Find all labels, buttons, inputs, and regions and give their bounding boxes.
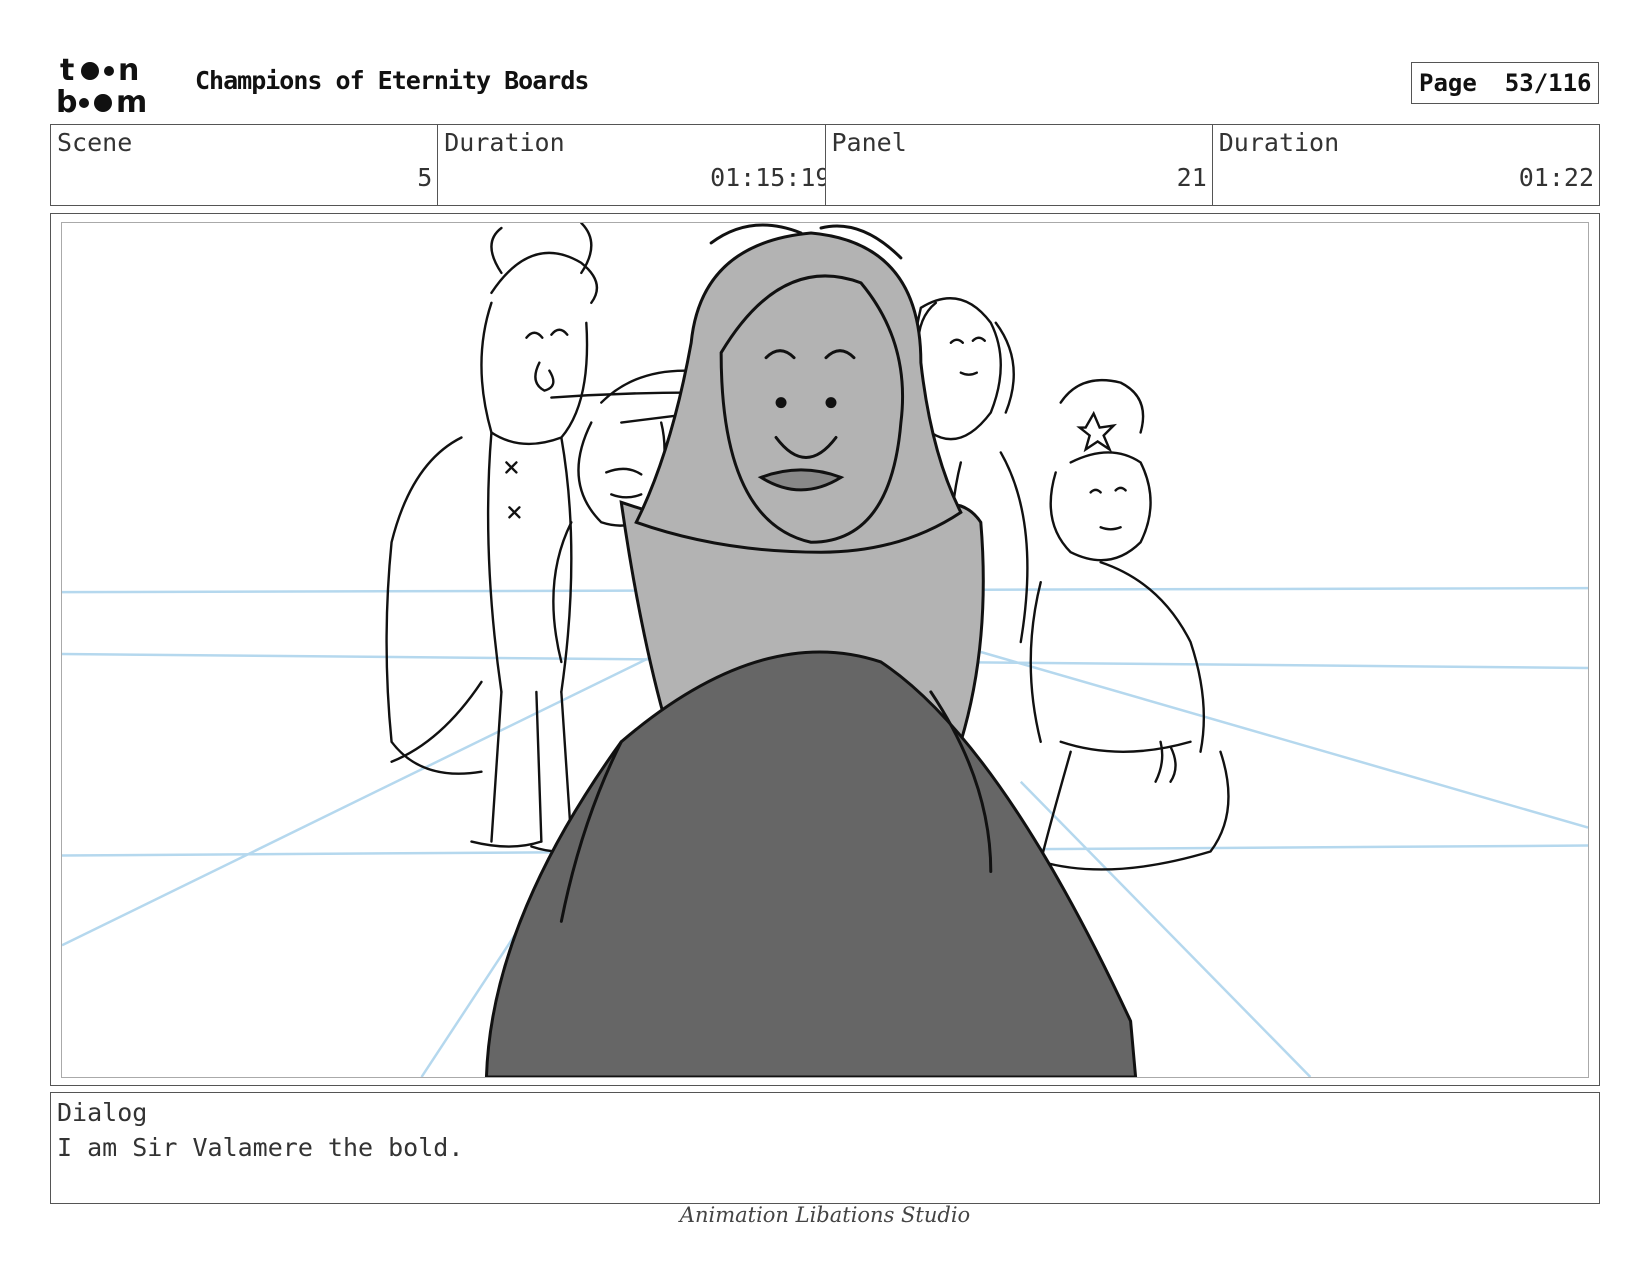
scene-duration-value: 01:15:19 (710, 163, 826, 192)
scene-cell: Scene 5 (51, 125, 439, 205)
dialog-text: I am Sir Valamere the bold. (57, 1133, 464, 1162)
svg-text:b: b (56, 85, 77, 118)
page-indicator: Page 53/116 (1411, 62, 1599, 104)
studio-footer: Animation Libations Studio (679, 1203, 971, 1227)
panel-duration-cell: Duration 01:22 (1213, 125, 1599, 205)
page-number: 53/116 (1504, 69, 1592, 97)
dialog-box: Dialog I am Sir Valamere the bold. (50, 1092, 1600, 1204)
page-label: Page (1419, 69, 1477, 97)
panel-label: Panel (831, 128, 907, 157)
svg-text:n: n (118, 53, 139, 88)
svg-text:m: m (116, 85, 147, 118)
panel-value: 21 (1176, 163, 1207, 192)
scene-duration-cell: Duration 01:15:19 (438, 125, 826, 205)
panel-duration-label: Duration (1218, 128, 1340, 157)
panel-cell: Panel 21 (826, 125, 1213, 205)
storyboard-drawing-area (61, 222, 1589, 1078)
scene-duration-label: Duration (444, 128, 565, 157)
foreground-character (484, 223, 1138, 1077)
panel-duration-value: 01:22 (1518, 163, 1594, 192)
svg-text:t: t (60, 53, 74, 88)
document-title: Champions of Eternity Boards (195, 66, 589, 95)
toon-boom-logo: t n b m (56, 53, 147, 118)
storyboard-sketch (62, 223, 1588, 1077)
scene-value: 5 (417, 163, 433, 192)
storyboard-panel-frame (50, 213, 1600, 1086)
dialog-label: Dialog (57, 1098, 148, 1127)
scene-label: Scene (57, 128, 133, 157)
panel-info-table: Scene 5 Duration 01:15:19 Panel 21 Durat… (50, 124, 1600, 206)
